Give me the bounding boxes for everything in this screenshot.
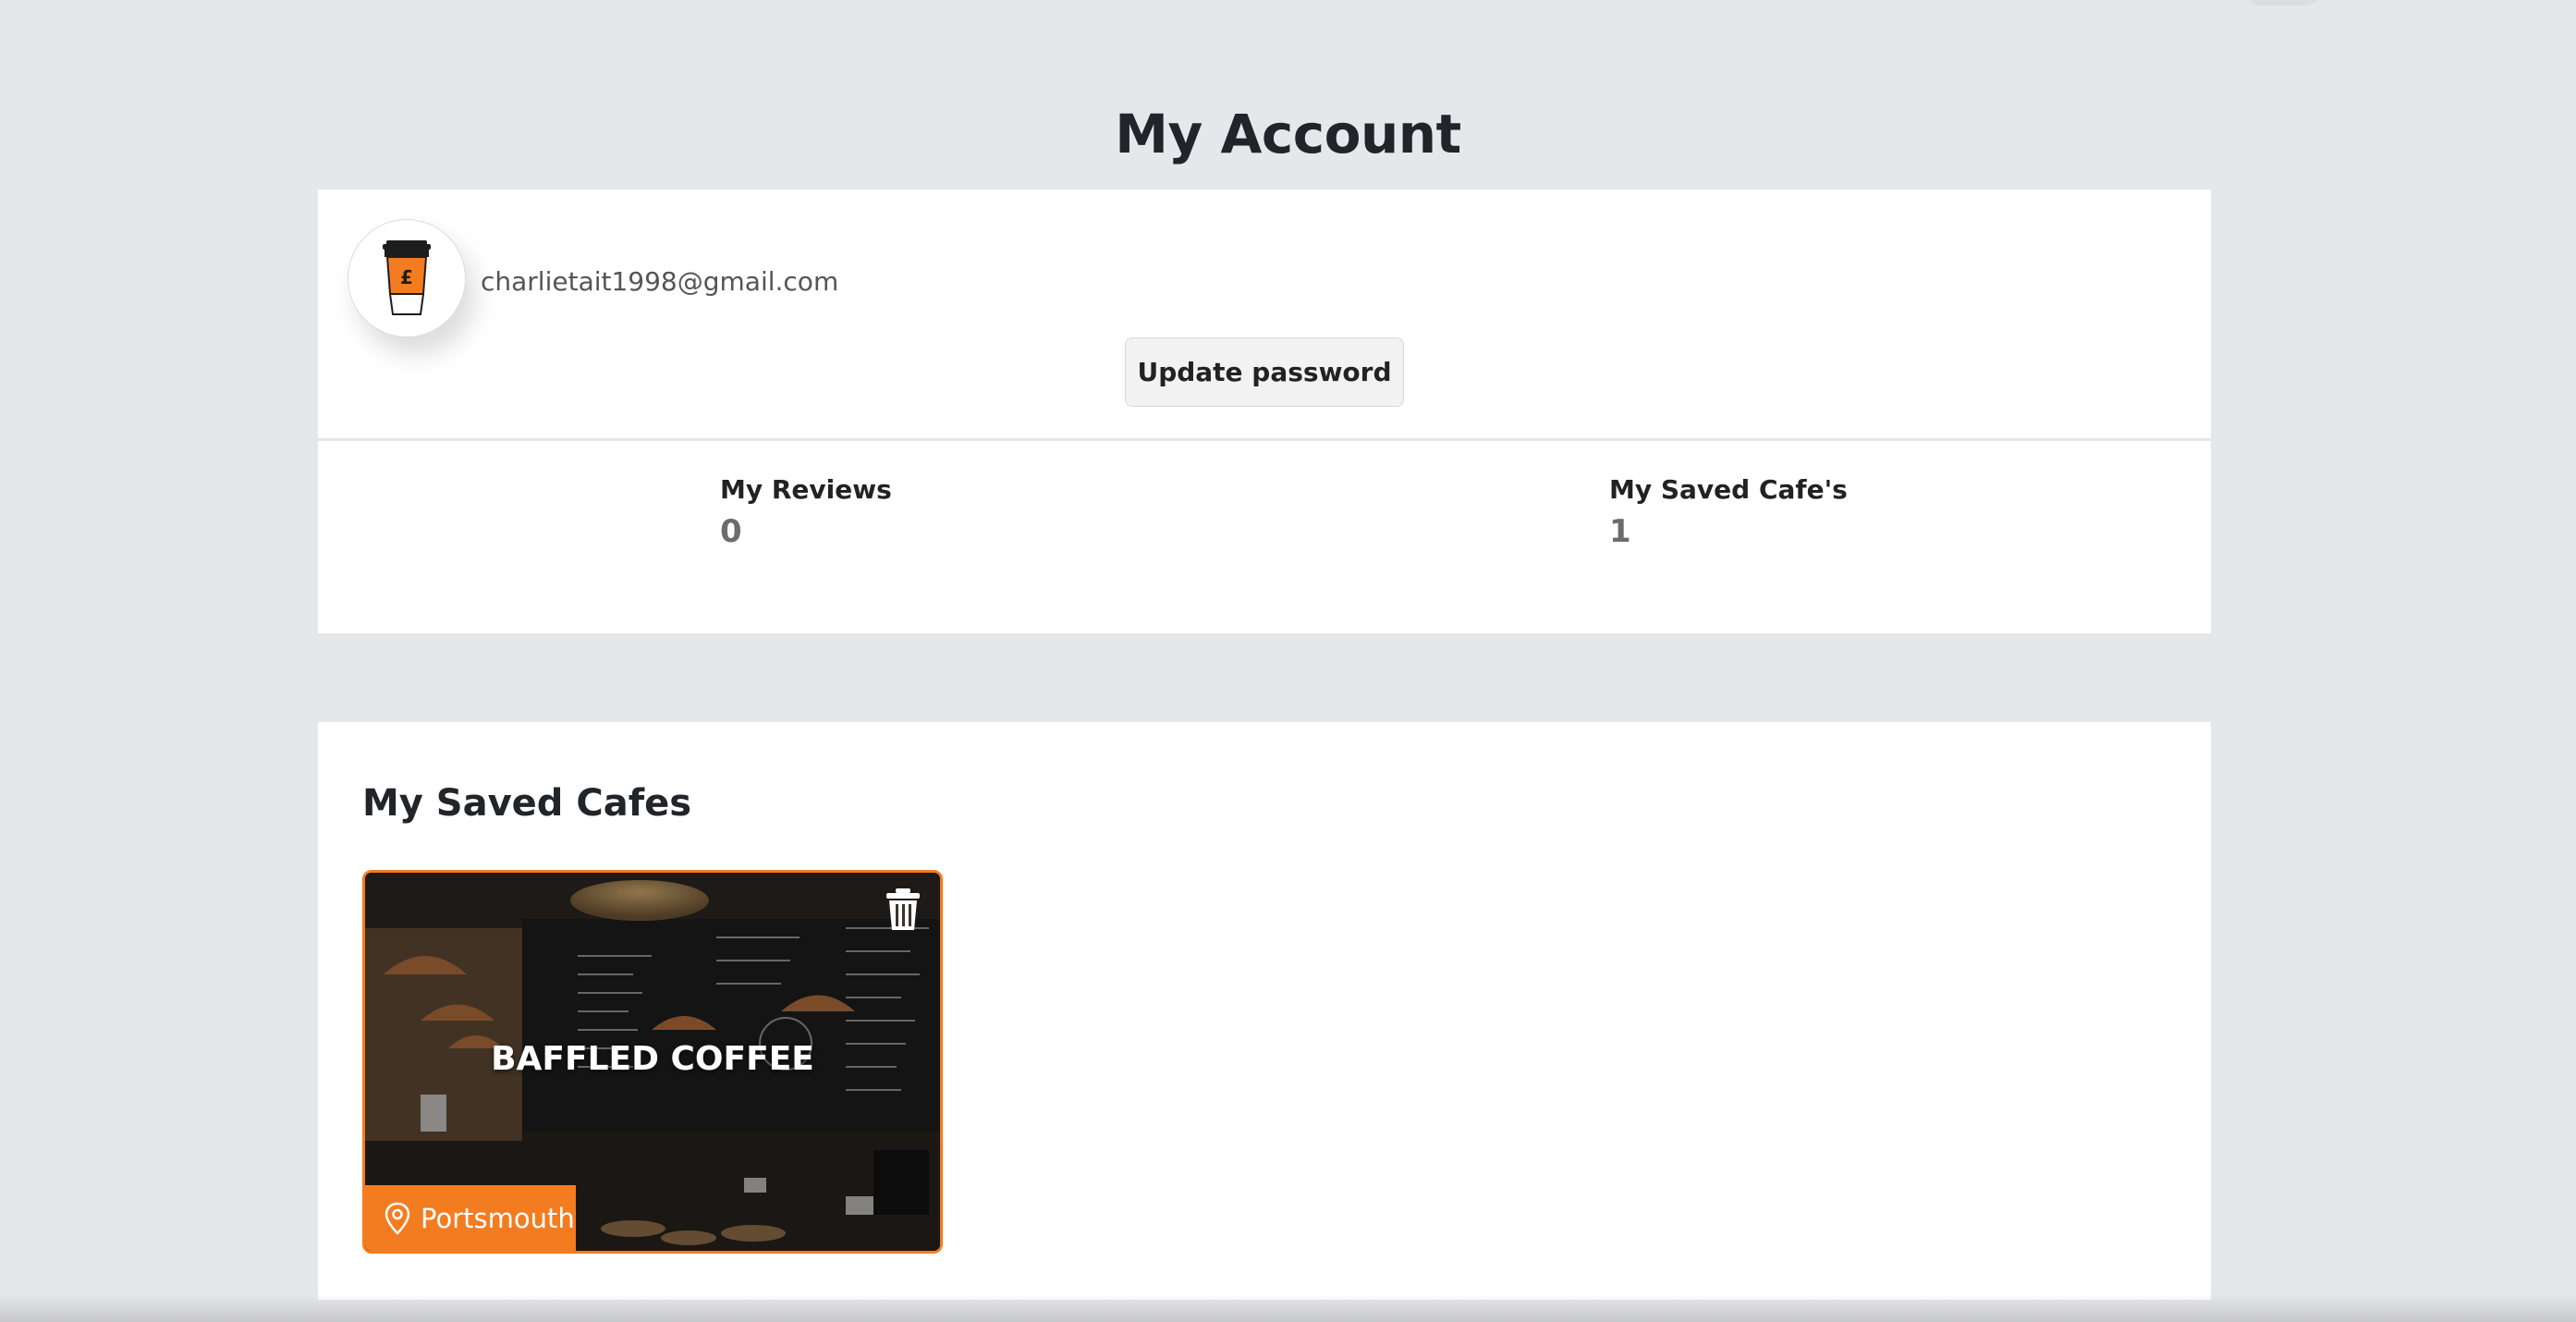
cafe-location: Portsmouth — [421, 1202, 575, 1234]
cafe-card[interactable]: BAFFLED COFFEE Portsmouth — [362, 870, 943, 1254]
cafe-name: BAFFLED COFFEE — [491, 1040, 814, 1078]
top-corner-decoration — [2246, 0, 2320, 6]
location-tag: Portsmouth — [365, 1185, 576, 1251]
bottom-fade — [0, 1294, 2576, 1322]
account-email: charlietait1998@gmail.com — [481, 266, 839, 297]
divider — [318, 438, 2211, 441]
coffee-cup-pound-icon: £ — [383, 240, 431, 315]
map-pin-icon — [385, 1202, 410, 1235]
page-title: My Account — [1115, 103, 1461, 165]
stat-my-saved-cafes: My Saved Cafe's 1 — [1609, 471, 1848, 554]
stat-value: 1 — [1609, 513, 1631, 550]
stat-my-reviews: My Reviews 0 — [720, 471, 892, 554]
stat-label: My Saved Cafe's — [1609, 474, 1848, 505]
avatar: £ — [348, 219, 466, 337]
stat-value: 0 — [720, 513, 742, 550]
svg-text:£: £ — [400, 266, 413, 288]
stat-label: My Reviews — [720, 474, 892, 505]
account-card: £ charlietait1998@gmail.com Update passw… — [318, 190, 2211, 633]
trash-icon[interactable] — [885, 887, 922, 932]
section-title: My Saved Cafes — [362, 782, 692, 825]
saved-cafes-section: My Saved Cafes BAFFLED COFFEE Portsmouth — [318, 722, 2211, 1300]
update-password-button[interactable]: Update password — [1125, 337, 1404, 407]
